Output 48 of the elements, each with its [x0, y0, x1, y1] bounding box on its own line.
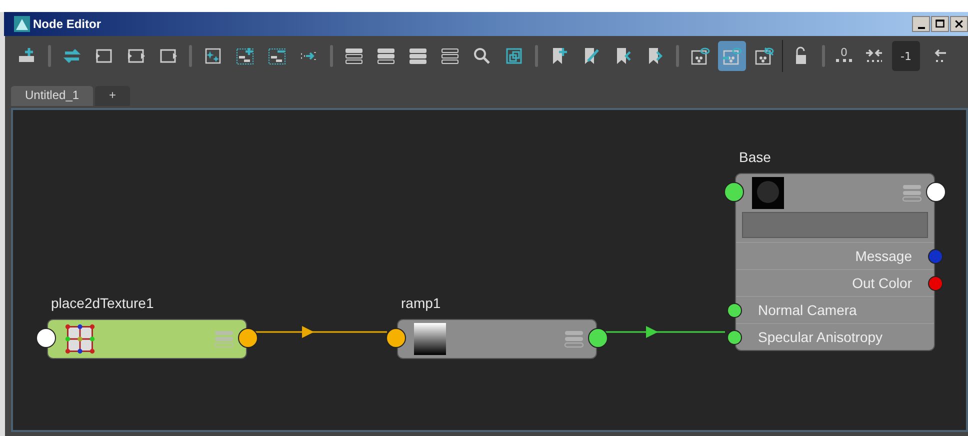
counter-button[interactable]: 0: [832, 47, 856, 65]
sphere-swatch-icon: [752, 177, 784, 209]
window-title: Node Editor: [33, 17, 101, 31]
node[interactable]: [397, 319, 597, 359]
input-port[interactable]: [724, 182, 744, 202]
texture-grid-icon: [64, 323, 96, 355]
maximize-button[interactable]: [931, 16, 949, 32]
eye-box-icon: [722, 46, 742, 66]
node-title: place2dTexture1: [51, 295, 155, 313]
tab[interactable]: +: [95, 86, 130, 106]
maximize-icon: [935, 19, 945, 29]
remove-attribute-icon: [267, 46, 287, 66]
close-icon: [954, 19, 964, 29]
number-field[interactable]: -1: [892, 41, 920, 71]
attribute-label: Specular Anisotropy: [758, 329, 883, 345]
list-icon: [440, 46, 460, 66]
close-button[interactable]: [950, 16, 968, 32]
minimize-button[interactable]: [912, 16, 930, 32]
sparkle-icon: [203, 46, 223, 66]
add-attribute-icon: [235, 46, 255, 66]
gradient-swatch-icon: [414, 323, 446, 355]
list-icon: [408, 46, 428, 66]
attribute-port[interactable]: [727, 303, 742, 318]
attribute-label: Out Color: [852, 275, 912, 291]
input-port[interactable]: [36, 328, 56, 348]
eye-box-icon: [754, 46, 774, 66]
output-port[interactable]: [238, 328, 258, 348]
list-icon: [376, 46, 396, 66]
attribute-port[interactable]: [727, 330, 742, 345]
attribute-port[interactable]: [928, 249, 943, 264]
node-title: Base: [739, 149, 772, 167]
app-icon: [14, 16, 30, 32]
filter-field[interactable]: [742, 212, 928, 238]
node[interactable]: [47, 319, 247, 359]
input-port[interactable]: [386, 328, 406, 348]
eye-box-icon: [690, 46, 710, 66]
list-icon: [344, 46, 364, 66]
squares-icon: [504, 46, 524, 66]
attribute-label: Normal Camera: [758, 302, 857, 318]
node-title: ramp1: [401, 295, 442, 313]
attribute-label: Message: [855, 248, 912, 264]
swap-arrows-icon: [62, 46, 82, 66]
output-port[interactable]: [926, 182, 946, 202]
output-port[interactable]: [588, 328, 608, 348]
minimize-icon: [918, 26, 924, 28]
search-icon: [472, 46, 492, 66]
tab[interactable]: Untitled_1: [11, 86, 94, 106]
attribute-port[interactable]: [928, 276, 943, 291]
